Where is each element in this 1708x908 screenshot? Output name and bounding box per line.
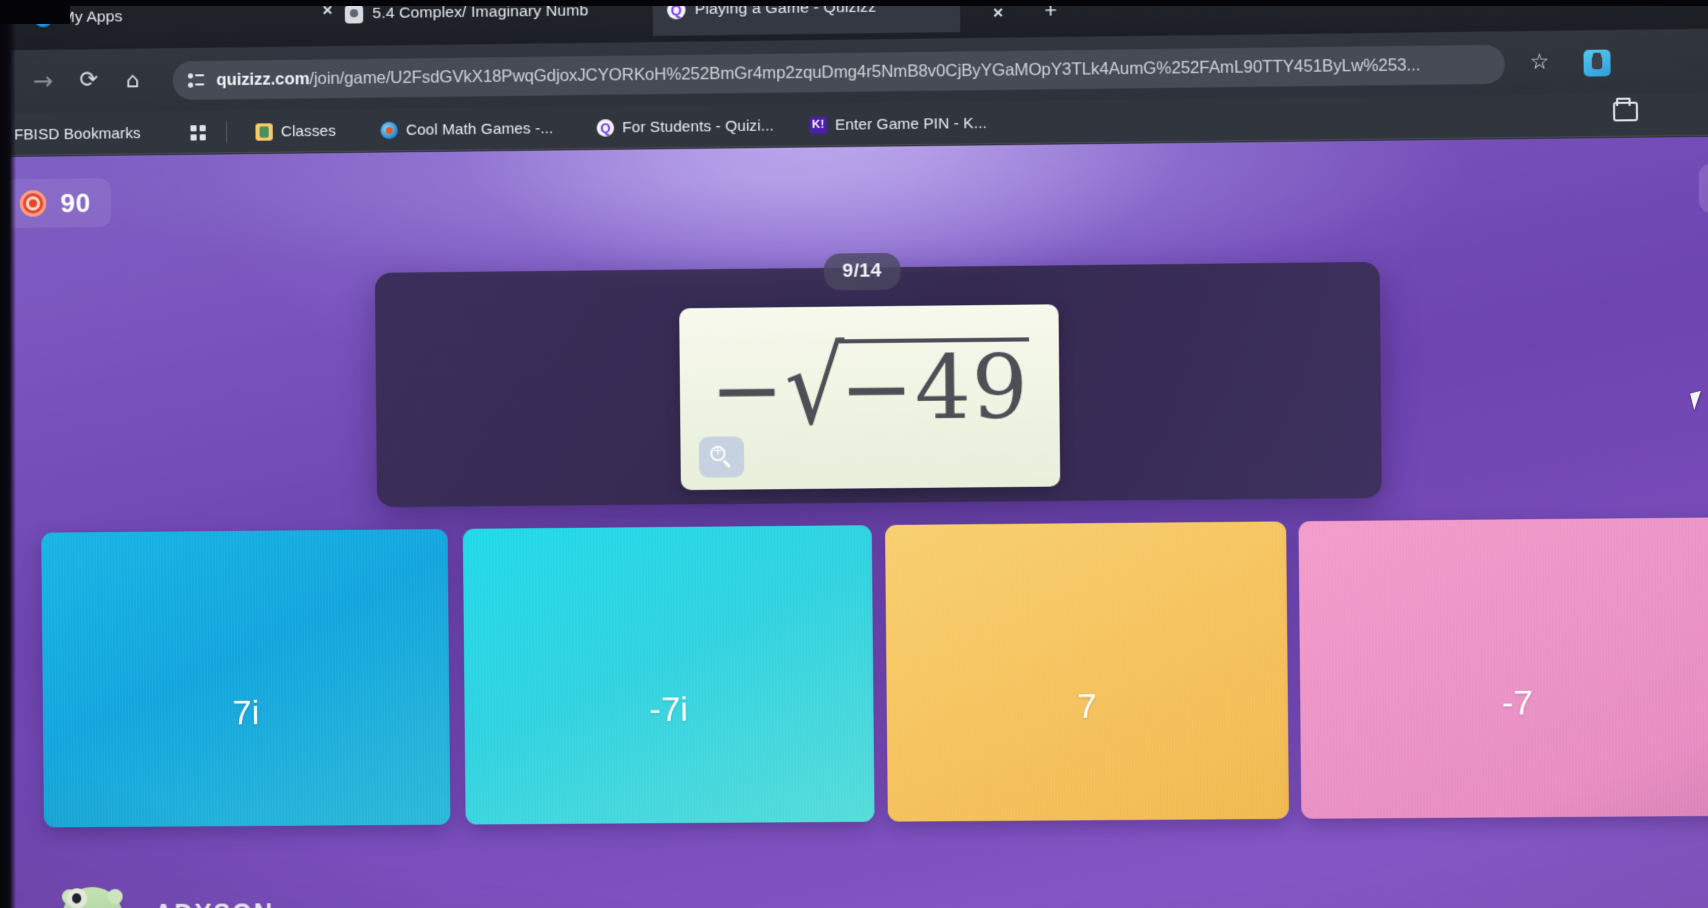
bookmark-label: Classes	[280, 121, 336, 140]
document-icon	[344, 4, 364, 24]
question-card: −√−49	[374, 261, 1382, 508]
question-image: −√−49	[679, 304, 1061, 491]
browser-window: ⌄ My Apps × 5.4 Complex/ Imaginary Numb …	[0, 0, 1708, 908]
home-icon[interactable]: ⌂	[126, 67, 140, 94]
cool-math-games-icon	[380, 121, 398, 139]
bookmark-label: Cool Math Games -...	[405, 119, 554, 139]
zoom-in-icon	[710, 445, 733, 469]
bookmark-for-students-quizizz[interactable]: For Students - Quizi...	[596, 113, 774, 140]
target-icon	[19, 190, 47, 217]
tab-my-apps[interactable]: My Apps	[20, 0, 315, 44]
forward-icon[interactable]: →	[33, 67, 54, 96]
bookmarks-overflow-folder-icon[interactable]	[1612, 101, 1639, 122]
quizizz-icon	[596, 118, 615, 137]
address-bar[interactable]: quizizz.com/join/game/U2FsdGVkX18PwqGdjo…	[172, 44, 1506, 101]
quizizz-game-page: 90 ⚙ 9/14 −√−49	[0, 136, 1708, 908]
minus-sign: −	[709, 338, 786, 442]
extension-icon[interactable]	[1583, 49, 1611, 77]
radical-sign: √	[784, 325, 847, 449]
tab-close-button-2[interactable]: ×	[993, 3, 1003, 23]
score-value: 90	[60, 186, 91, 218]
bookmark-apps-grid[interactable]	[189, 120, 215, 145]
bookmark-cool-math-games[interactable]: Cool Math Games -...	[380, 116, 553, 143]
tab-title: Playing a Game - Quizizz	[694, 0, 877, 19]
bookmark-label: Enter Game PIN - K...	[834, 114, 987, 134]
answer-option-1[interactable]: 7i	[41, 528, 451, 828]
player-name: ADYSON	[154, 899, 274, 908]
answer-options: 7i -7i 7 -7	[0, 517, 1708, 838]
url-host: quizizz.com	[216, 69, 310, 89]
apps-grid-icon	[189, 124, 206, 142]
answer-label: -7i	[649, 689, 689, 729]
tab-complex-imaginary-numbers[interactable]: 5.4 Complex/ Imaginary Numb	[330, 0, 636, 40]
answer-option-4[interactable]: -7	[1298, 517, 1708, 819]
bookmark-classes[interactable]: Classes	[255, 118, 336, 143]
zoom-in-button[interactable]	[698, 436, 745, 478]
question-counter: 9/14	[823, 252, 901, 291]
tab-search-caret-icon[interactable]: ⌄	[0, 0, 8, 24]
tab-title: 5.4 Complex/ Imaginary Numb	[372, 2, 589, 23]
bookmark-label: For Students - Quizi...	[622, 116, 774, 136]
bookmark-enter-game-pin-kahoot[interactable]: Enter Game PIN - K...	[809, 111, 987, 138]
tab-title: My Apps	[61, 8, 123, 27]
url-text: quizizz.com/join/game/U2FsdGVkX18PwqGdjo…	[216, 55, 1420, 89]
answer-label: -7	[1501, 683, 1534, 723]
bookmark-fbisd-bookmarks[interactable]: FBISD Bookmarks	[0, 121, 141, 147]
math-expression: −√−49	[679, 325, 1059, 448]
kahoot-icon	[809, 116, 827, 134]
tab-playing-a-game-quizizz[interactable]: Playing a Game - Quizizz	[652, 0, 961, 36]
photographed-monitor: ⌄ My Apps × 5.4 Complex/ Imaginary Numb …	[0, 0, 1708, 908]
bookmark-star-icon[interactable]: ☆	[1530, 49, 1550, 74]
url-path: /join/game/U2FsdGVkX18PwqGdjoxJCYORKoH%2…	[309, 55, 1421, 88]
answer-label: 7	[1077, 686, 1097, 726]
back-icon[interactable]: ←	[0, 68, 3, 97]
classes-icon	[255, 122, 273, 141]
reload-icon[interactable]: ⟳	[79, 67, 98, 94]
answer-option-2[interactable]: -7i	[462, 525, 875, 825]
answer-option-3[interactable]: 7	[885, 521, 1290, 822]
quizizz-icon	[667, 0, 686, 20]
answer-label: 7i	[232, 693, 260, 732]
settings-button[interactable]: ⚙	[1698, 163, 1708, 214]
bookmark-divider	[225, 120, 228, 144]
radical-expression: √−49	[784, 325, 1030, 448]
myapps-icon	[34, 9, 53, 28]
bookmark-label: FBISD Bookmarks	[14, 124, 141, 144]
radicand: −49	[839, 336, 1030, 441]
score-badge: 90	[3, 178, 112, 229]
new-tab-button[interactable]: +	[1044, 0, 1057, 23]
player-footer: ADYSON	[0, 827, 1708, 908]
frog-avatar-icon	[60, 886, 125, 908]
folder-icon	[0, 125, 7, 144]
site-settings-icon[interactable]	[187, 71, 205, 90]
